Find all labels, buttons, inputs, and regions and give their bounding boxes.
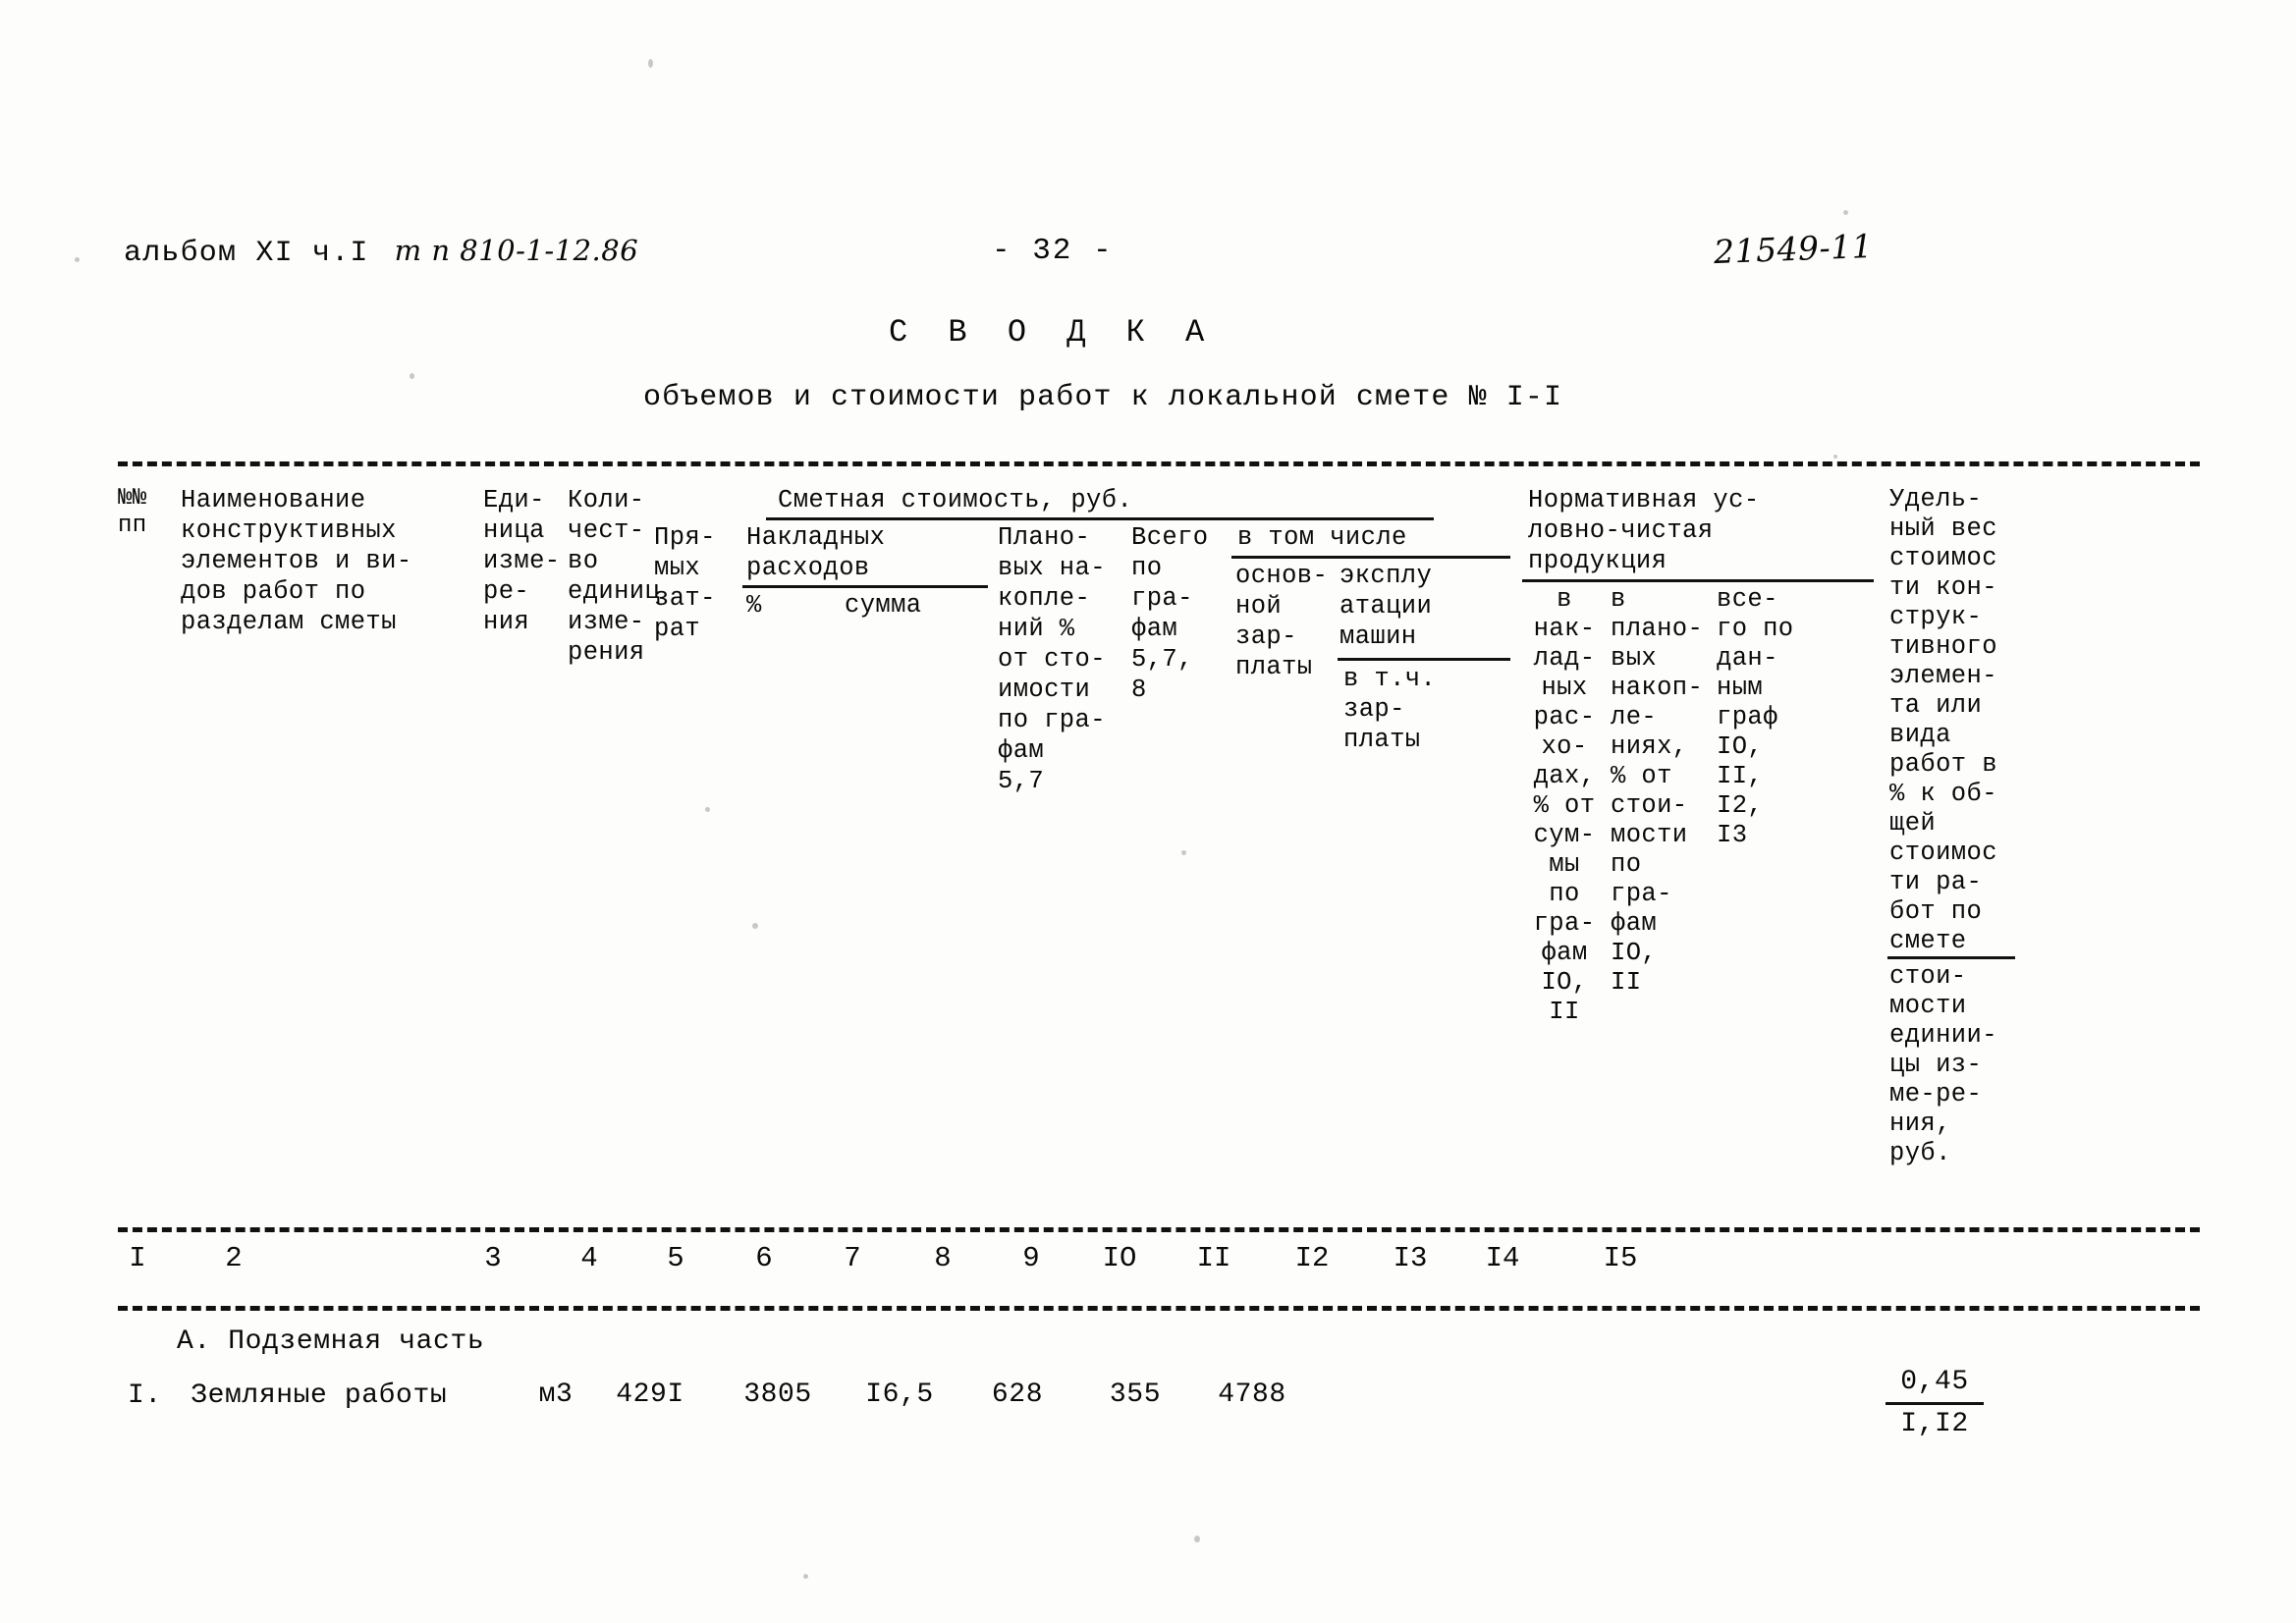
- column-number-9: 9: [1022, 1242, 1040, 1274]
- group-underline-including: [1231, 556, 1510, 559]
- scan-speck: [410, 373, 414, 379]
- group-header-estimate-cost: Сметная стоимость, руб.: [778, 486, 1133, 514]
- column-header-3: Еди- ница изме- ре- ния: [483, 486, 561, 636]
- row-total: 4788: [1218, 1380, 1286, 1410]
- column-header-15: Удель- ный вес стоимос ти кон- струк- ти…: [1889, 485, 1997, 955]
- scan-speck: [1843, 210, 1848, 215]
- row-oh-pct: I6,5: [865, 1380, 934, 1410]
- column-header-10: основ- ной зар- платы: [1235, 562, 1329, 681]
- column-header-9: Всего по гра- фам 5,7, 8: [1131, 523, 1209, 704]
- column-number-8: 8: [934, 1242, 952, 1274]
- column-number-3: 3: [484, 1242, 502, 1274]
- row-qty: 429I: [616, 1380, 684, 1410]
- page-title: С В О Д К А: [889, 314, 1216, 351]
- column-header-14: все- го по дан- ным граф IO, II, I2, I3: [1717, 585, 1794, 849]
- page-number: - 32 -: [992, 234, 1114, 268]
- column-header-13: в плано- вых накоп- ле- ниях, % от стои-…: [1611, 585, 1704, 997]
- column-number-14: I4: [1485, 1242, 1520, 1274]
- album-label: альбом XI ч.I т п 810-1-12.86: [124, 234, 639, 270]
- column-number-5: 5: [667, 1242, 684, 1274]
- column-header-6: %: [746, 591, 762, 620]
- scan-speck: [1194, 1536, 1200, 1542]
- column-header-5: Пря- мых зат- рат: [654, 523, 716, 643]
- scan-speck: [803, 1574, 808, 1579]
- column-number-2: 2: [225, 1242, 243, 1274]
- group-underline-estimate-cost: [766, 517, 1434, 520]
- row-name: Земляные работы: [191, 1380, 448, 1411]
- colnum-top-rule: [118, 1227, 2200, 1232]
- scanned-page: альбом XI ч.I т п 810-1-12.86 - 32 - 2154…: [0, 0, 2296, 1623]
- column-15-subdivider: [1887, 956, 2015, 959]
- row-direct: 3805: [743, 1380, 812, 1410]
- scan-speck: [705, 807, 710, 812]
- column-number-10: IO: [1102, 1242, 1137, 1274]
- column-header-1: №№ пп: [118, 485, 147, 539]
- column-number-7: 7: [844, 1242, 861, 1274]
- column-11-subdivider: [1338, 658, 1510, 661]
- column-header-4: Коли- чест- во единиц изме- рения: [568, 486, 661, 667]
- row-oh-sum: 628: [991, 1380, 1044, 1410]
- row-specific-weight: 0,45 I,I2: [1876, 1365, 1994, 1442]
- group-header-including: в том числе: [1237, 523, 1407, 552]
- column-number-15: I5: [1603, 1242, 1638, 1274]
- type-code-label: т п 810-1-12.86: [394, 234, 639, 267]
- column-number-4: 4: [580, 1242, 598, 1274]
- column-number-11: II: [1196, 1242, 1231, 1274]
- column-number-12: I2: [1294, 1242, 1330, 1274]
- column-header-2: Наименование конструктивных элементов и …: [181, 486, 412, 636]
- column-header-8: Плано- вых на- копле- ний % от сто- имос…: [998, 523, 1106, 795]
- row-plan-sav: 355: [1109, 1380, 1162, 1410]
- scan-speck: [1833, 455, 1837, 459]
- column-header-12: в нак- лад- ных рас- хо- дах, % от сум- …: [1533, 585, 1596, 1026]
- column-header-15-sub: стои- мости единии- цы из- ме-ре- ния, р…: [1889, 962, 1997, 1167]
- table-top-rule: [118, 461, 2200, 466]
- row-specific-weight-denominator: I,I2: [1900, 1409, 1969, 1439]
- scan-speck: [752, 923, 758, 929]
- row-unit: м3: [538, 1380, 574, 1410]
- row-number: I.: [128, 1380, 162, 1411]
- column-header-7: сумма: [845, 591, 922, 620]
- group-header-normative-output: Нормативная ус- ловно-чистая продукция: [1528, 486, 1760, 575]
- column-header-11: эксплу атации машин: [1339, 562, 1433, 651]
- page-subtitle: объемов и стоимости работ к локальной см…: [643, 381, 1563, 414]
- table-row: I. Земляные работы: [128, 1380, 447, 1413]
- group-header-overheads: Накладных расходов: [746, 523, 886, 582]
- scan-speck: [1181, 850, 1186, 855]
- page-header-row: альбом XI ч.I т п 810-1-12.86 - 32 - 2154…: [0, 227, 2296, 283]
- scan-speck: [648, 59, 653, 68]
- group-underline-overheads: [742, 585, 988, 588]
- column-number-1: I: [129, 1242, 146, 1274]
- row-specific-weight-numerator: 0,45: [1900, 1367, 1969, 1397]
- group-underline-normative-output: [1522, 579, 1874, 582]
- column-number-13: I3: [1393, 1242, 1428, 1274]
- column-number-6: 6: [755, 1242, 773, 1274]
- column-header-11-sub: в т.ч. зар- платы: [1343, 665, 1437, 754]
- section-row-label: А. Подземная часть: [177, 1326, 485, 1357]
- colnum-bottom-rule: [118, 1306, 2200, 1311]
- fraction-bar: [1886, 1402, 1984, 1405]
- document-code: 21549-11: [1713, 226, 1874, 272]
